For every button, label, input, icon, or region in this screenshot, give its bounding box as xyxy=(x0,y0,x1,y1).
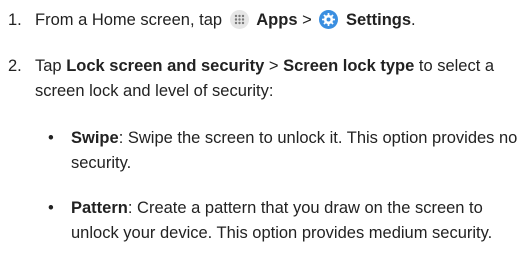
step-text: Tap xyxy=(35,57,62,75)
bullet-text: Pattern: Create a pattern that you draw … xyxy=(71,196,518,246)
separator: > xyxy=(268,57,279,75)
bullet-description: : Swipe the screen to unlock it. This op… xyxy=(71,129,518,172)
lock-screen-label: Lock screen and security xyxy=(66,57,265,75)
instructions-page: 1. From a Home screen, tap Apps > Settin… xyxy=(0,0,524,279)
screen-lock-type-label: Screen lock type xyxy=(283,57,415,75)
bullet-pattern: • Pattern: Create a pattern that you dra… xyxy=(48,196,518,246)
step-number: 1. xyxy=(8,11,22,29)
apps-grid-icon xyxy=(229,10,249,29)
bullet-marker: • xyxy=(48,129,54,147)
bullet-title: Pattern xyxy=(71,199,128,217)
bullet-title: Swipe xyxy=(71,129,119,147)
sentence-end: . xyxy=(411,11,416,29)
bullet-description: : Create a pattern that you draw on the … xyxy=(71,199,493,242)
gear-icon xyxy=(319,10,339,29)
bullet-marker: • xyxy=(48,199,54,217)
step-body: From a Home screen, tap Apps > Settings. xyxy=(35,8,520,33)
step-2: 2. Tap Lock screen and security > Screen… xyxy=(8,54,520,104)
step-text: From a Home screen, tap xyxy=(35,11,223,29)
separator: > xyxy=(302,11,312,29)
step-1: 1. From a Home screen, tap Apps > Settin… xyxy=(8,8,520,33)
bullet-swipe: • Swipe: Swipe the screen to unlock it. … xyxy=(48,126,518,176)
step-number: 2. xyxy=(8,57,22,75)
settings-label: Settings xyxy=(345,11,412,29)
bullet-text: Swipe: Swipe the screen to unlock it. Th… xyxy=(71,126,518,176)
apps-label: Apps xyxy=(256,11,298,29)
step-body: Tap Lock screen and security > Screen lo… xyxy=(35,54,520,104)
